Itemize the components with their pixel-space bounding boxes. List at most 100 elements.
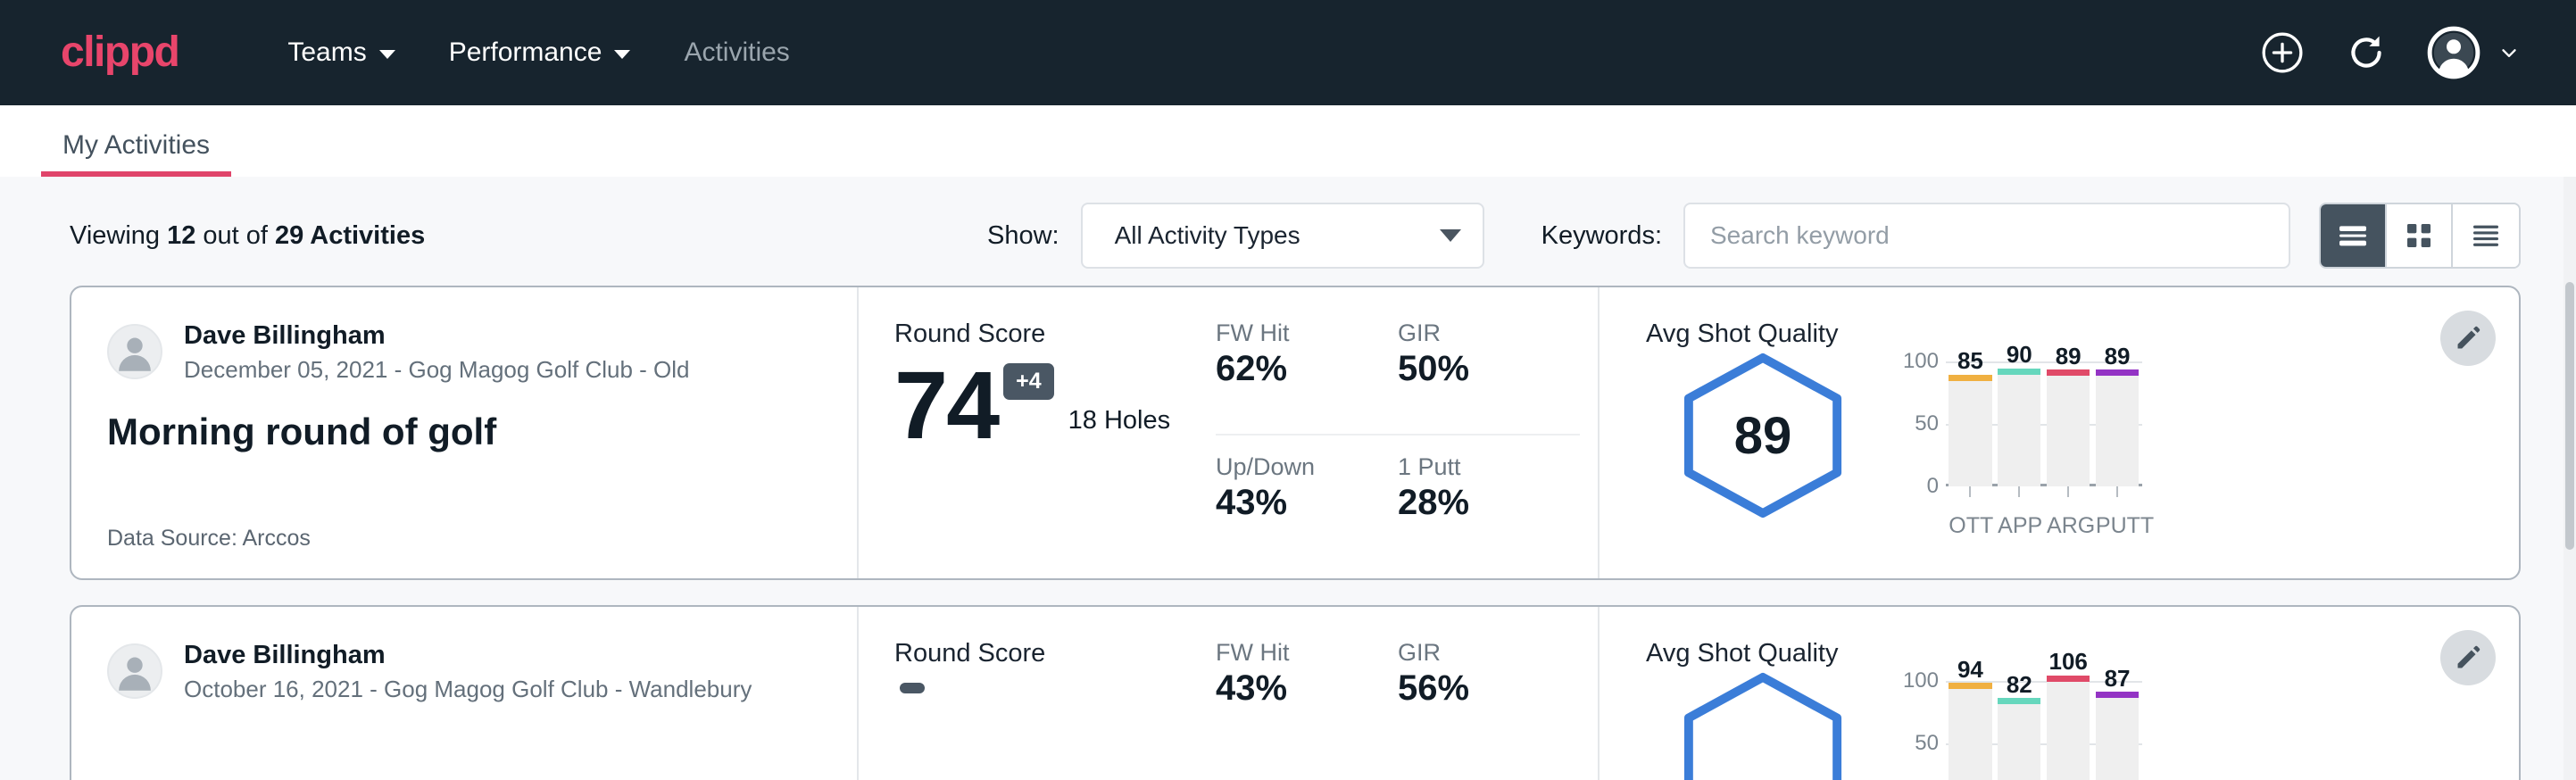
activity-title: Morning round of golf xyxy=(107,411,821,453)
plus-circle-icon xyxy=(2260,30,2305,75)
tab-my-activities[interactable]: My Activities xyxy=(41,130,231,177)
chart-bar-putt-value: 87 xyxy=(2096,665,2139,693)
chart-bar-ott: 85 xyxy=(1949,361,1991,486)
activity-card[interactable]: Dave Billingham October 16, 2021 - Gog M… xyxy=(70,605,2521,780)
x-label-putt: PUTT xyxy=(2096,513,2139,539)
viewing-total: 29 Activities xyxy=(275,221,425,250)
activity-summary: Dave Billingham October 16, 2021 - Gog M… xyxy=(71,607,859,780)
chart-bar-app-value: 90 xyxy=(1998,341,2040,369)
view-mode-grid[interactable] xyxy=(2387,204,2453,267)
chart-bar-putt-value: 89 xyxy=(2096,343,2139,370)
shot-quality-chart: 100 50 0 85 xyxy=(1890,351,2390,539)
stat-one-putt-label: 1 Putt xyxy=(1398,453,1553,481)
stat-fw-hit-value: 62% xyxy=(1216,349,1371,389)
chart-bar-putt-rect xyxy=(2096,375,2139,486)
tickmark xyxy=(2047,486,2090,497)
keywords-label: Keywords: xyxy=(1541,221,1662,251)
stat-up-down: Up/Down 43% xyxy=(1216,436,1398,552)
round-stats: FW Hit 62% GIR 50% Up/Down 43% 1 Putt 28… xyxy=(1216,287,1600,578)
chart-bar-arg-cap xyxy=(2047,676,2090,682)
filter-bar: Viewing 12 out of 29 Activities Show: Al… xyxy=(0,177,2576,286)
navbar-actions xyxy=(2258,25,2521,80)
activity-type-select[interactable]: All Activity Types xyxy=(1081,203,1484,269)
stat-fw-hit: FW Hit 43% xyxy=(1216,639,1398,780)
avg-shot-quality-body: 100 50 0 94 xyxy=(1646,670,2412,780)
stat-one-putt-value: 28% xyxy=(1398,483,1553,523)
nav-item-performance[interactable]: Performance xyxy=(422,0,658,105)
y-tick-50: 50 xyxy=(1915,411,1939,436)
compact-view-icon xyxy=(2468,218,2504,253)
tickmark xyxy=(1949,486,1991,497)
nav-item-teams[interactable]: Teams xyxy=(261,0,421,105)
stat-gir: GIR 56% xyxy=(1398,639,1580,780)
chart-bar-arg-value: 89 xyxy=(2047,343,2090,370)
activity-list: Dave Billingham December 05, 2021 - Gog … xyxy=(0,286,2576,780)
activity-card[interactable]: Dave Billingham December 05, 2021 - Gog … xyxy=(70,286,2521,580)
edit-activity-button[interactable] xyxy=(2440,630,2496,685)
round-holes: 18 Holes xyxy=(1068,406,1170,455)
account-circle-icon xyxy=(2426,25,2481,80)
tickmark xyxy=(1998,486,2040,497)
chart-bar-app-cap xyxy=(1998,369,2040,375)
stat-fw-hit-value: 43% xyxy=(1216,668,1371,709)
person-icon xyxy=(109,324,161,379)
view-mode-compact[interactable] xyxy=(2453,204,2519,267)
stat-fw-hit: FW Hit 62% xyxy=(1216,319,1398,436)
refresh-icon xyxy=(2344,30,2389,75)
edit-activity-button[interactable] xyxy=(2440,311,2496,366)
y-tick-100: 100 xyxy=(1903,668,1939,693)
activity-type-select-value: All Activity Types xyxy=(1115,221,1440,250)
chart-bar-ott-value: 85 xyxy=(1949,347,1991,375)
avg-shot-quality-label: Avg Shot Quality xyxy=(1646,639,2412,668)
stat-gir-value: 56% xyxy=(1398,668,1553,709)
chevron-down-icon xyxy=(379,50,395,59)
avatar xyxy=(107,643,162,699)
chart-x-labels: OTT APP ARG PUTT xyxy=(1946,513,2142,539)
chevron-down-icon xyxy=(2497,41,2521,64)
tab-my-activities-label: My Activities xyxy=(62,130,210,160)
add-button[interactable] xyxy=(2258,29,2306,77)
stat-gir: GIR 50% xyxy=(1398,319,1580,436)
chart-bar-arg-cap xyxy=(2047,369,2090,376)
activity-summary: Dave Billingham December 05, 2021 - Gog … xyxy=(71,287,859,578)
filter-controls: Show: All Activity Types Keywords: xyxy=(987,203,2521,269)
x-label-arg: ARG xyxy=(2047,513,2090,539)
x-label-app: APP xyxy=(1998,513,2040,539)
chart-bar-putt: 87 xyxy=(2096,681,2139,780)
round-score-block: Round Score xyxy=(859,607,1216,780)
chart-bar-app-value: 82 xyxy=(1998,671,2040,699)
quality-hexagon xyxy=(1671,670,1855,780)
round-score-block: Round Score 74 +4 18 Holes xyxy=(859,287,1216,578)
view-mode-list[interactable] xyxy=(2321,204,2387,267)
chart-y-axis: 100 50 0 xyxy=(1890,361,1946,486)
chart-bar-app: 82 xyxy=(1998,681,2040,780)
chart-bar-putt-cap xyxy=(2096,369,2139,376)
stat-one-putt: 1 Putt 28% xyxy=(1398,436,1580,552)
tickmark xyxy=(2096,486,2139,497)
round-score-value-row: 74 +4 18 Holes xyxy=(894,354,1198,455)
chart-bar-putt-rect xyxy=(2096,697,2139,780)
search-field-wrapper[interactable] xyxy=(1683,203,2290,269)
activity-user-name: Dave Billingham xyxy=(184,319,690,352)
chart-bar-ott: 94 xyxy=(1949,681,1991,780)
chart-bars: 85 90 xyxy=(1946,361,2142,486)
viewing-prefix: Viewing xyxy=(70,221,167,250)
list-view-icon xyxy=(2335,218,2371,253)
page-scrollbar-thumb[interactable] xyxy=(2565,282,2574,550)
brand-logo[interactable]: clippd xyxy=(61,31,179,74)
activity-user: Dave Billingham December 05, 2021 - Gog … xyxy=(107,319,821,384)
nav-item-activities[interactable]: Activities xyxy=(657,0,816,105)
chart-bar-ott-value: 94 xyxy=(1949,656,1991,684)
refresh-button[interactable] xyxy=(2342,29,2390,77)
account-menu[interactable] xyxy=(2426,25,2521,80)
avatar xyxy=(107,324,162,379)
chart-bar-arg-value: 106 xyxy=(2047,648,2090,676)
chart-bar-app: 90 xyxy=(1998,361,2040,486)
tab-bar: My Activities xyxy=(0,105,2576,177)
activity-user: Dave Billingham October 16, 2021 - Gog M… xyxy=(107,639,821,703)
grid-view-icon xyxy=(2401,218,2437,253)
chart-bar-arg-rect xyxy=(2047,375,2090,486)
page-scrollbar[interactable] xyxy=(2564,177,2576,780)
search-input[interactable] xyxy=(1710,221,2264,250)
chart-bar-ott-cap xyxy=(1949,683,1991,689)
